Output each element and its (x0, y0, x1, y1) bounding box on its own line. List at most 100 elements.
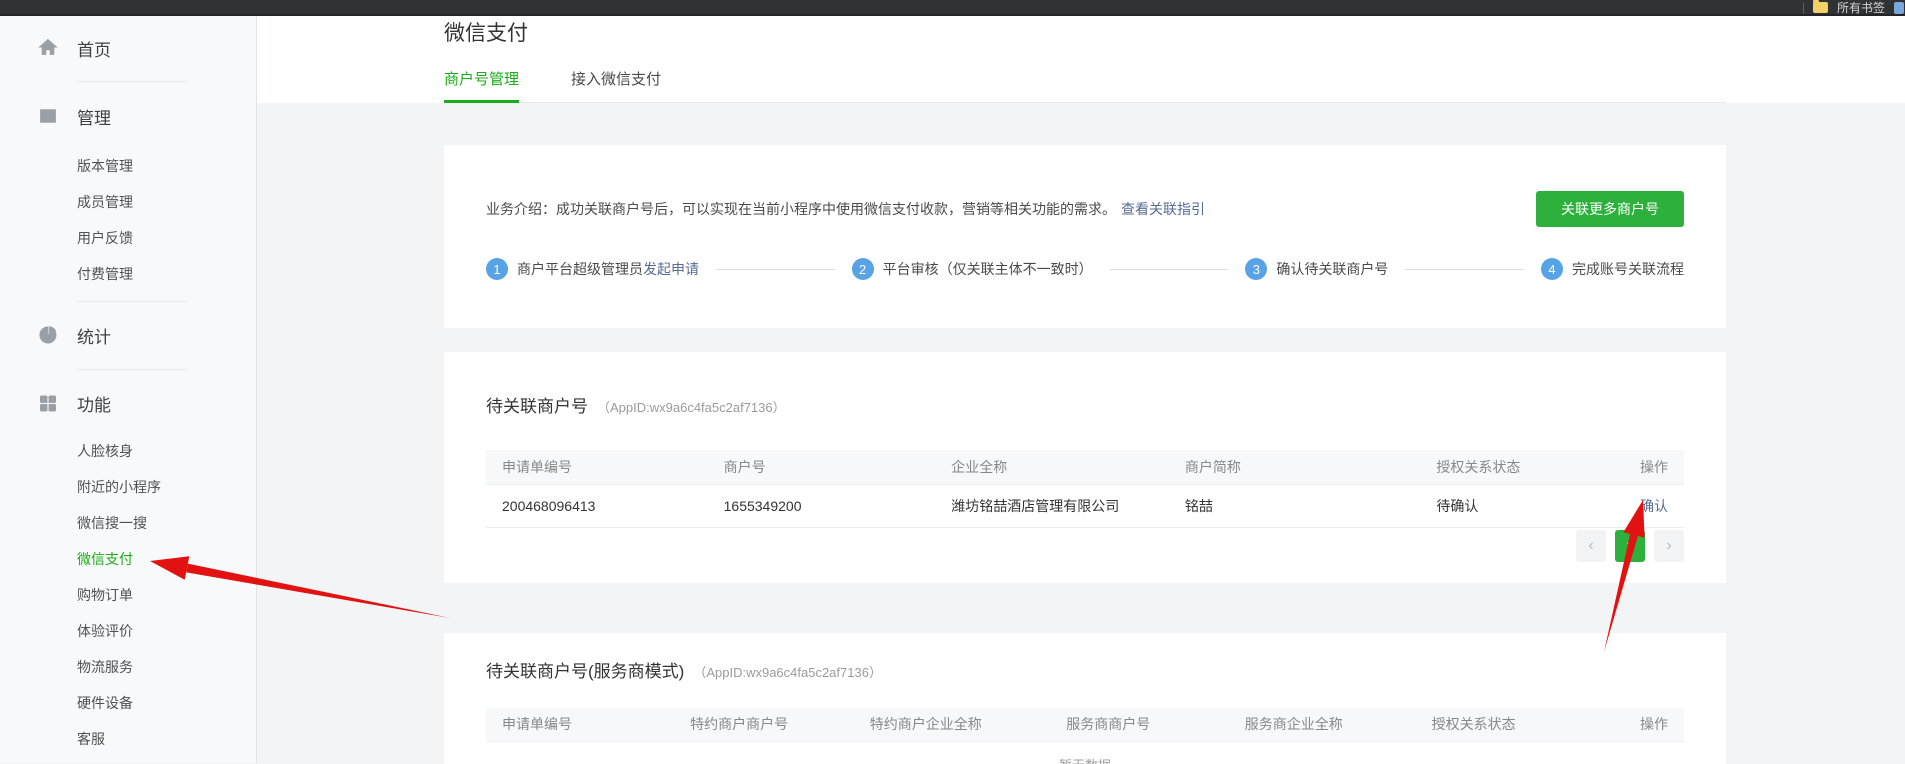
sidebar-item-features[interactable]: 功能 (0, 383, 256, 423)
sidebar-item-payment-manage[interactable]: 付费管理 (0, 256, 256, 292)
table-row: 200468096413 1655349200 潍坊铭喆酒店管理有限公司 铭喆 … (486, 484, 1684, 528)
col-auth-status: 授权关系状态 (1415, 707, 1599, 742)
col-request-id: 申请单编号 (486, 707, 675, 742)
table-header-row: 申请单编号 特约商户商户号 特约商户企业全称 服务商商户号 服务商企业全称 授权… (486, 707, 1684, 742)
initiate-request-link[interactable]: 发起申请 (643, 259, 699, 279)
sidebar-item-customer-service[interactable]: 客服 (0, 721, 256, 757)
app-window: 首页 管理 版本管理 成员管理 用户反馈 付费管理 统计 功能 人脸核身 附近的… (0, 16, 1905, 764)
bookmark-folder-icon[interactable] (1812, 0, 1828, 13)
col-action: 操作 (1600, 450, 1684, 485)
partial-bookmark-icon[interactable] (1894, 1, 1904, 14)
business-intro-text: 业务介绍：成功关联商户号后，可以实现在当前小程序中使用微信支付收款，营销等相关功… (486, 199, 1205, 219)
sidebar-item-manage[interactable]: 管理 (0, 96, 256, 136)
step-3-label: 确认待关联商户号 (1276, 261, 1389, 277)
step-3-badge: 3 (1245, 258, 1268, 280)
step-3: 3 确认待关联商户号 (1245, 258, 1388, 280)
sidebar-item-home[interactable]: 首页 (0, 28, 256, 68)
empty-data-text: 暂无数据 (486, 742, 1684, 764)
tab-merchant-manage[interactable]: 商户号管理 (444, 70, 520, 103)
sidebar-item-nearby-miniprogram[interactable]: 附近的小程序 (0, 469, 256, 505)
section-title: 待关联商户号 (486, 397, 588, 416)
cell-merchant-short-name: 铭喆 (1168, 484, 1421, 528)
sidebar: 首页 管理 版本管理 成员管理 用户反馈 付费管理 统计 功能 人脸核身 附近的… (0, 16, 257, 762)
intro-banner-card: 业务介绍：成功关联商户号后，可以实现在当前小程序中使用微信支付收款，营销等相关功… (444, 145, 1726, 328)
sidebar-item-version-manage[interactable]: 版本管理 (0, 148, 256, 184)
col-sub-merchant-id: 特约商户商户号 (674, 707, 854, 742)
cell-company-name: 潍坊铭喆酒店管理有限公司 (935, 484, 1169, 528)
sidebar-divider (77, 369, 187, 370)
bookmarks-label[interactable]: 所有书签 (1837, 0, 1885, 14)
sidebar-divider (77, 81, 187, 82)
sidebar-item-user-feedback[interactable]: 用户反馈 (0, 220, 256, 256)
sidebar-item-logistics[interactable]: 物流服务 (0, 649, 256, 685)
sidebar-item-label: 管理 (77, 108, 111, 128)
sidebar-item-label: 统计 (77, 327, 111, 347)
prev-page-button[interactable]: ‹ (1576, 529, 1606, 562)
cell-request-id: 200468096413 (486, 484, 708, 528)
association-steps: 1 商户平台超级管理员 发起申请 2 平台审核（仅关联主体不一致时） 3 确认待关… (486, 258, 1684, 280)
col-sp-company: 服务商企业全称 (1228, 707, 1416, 742)
tab-bar: 商户号管理 接入微信支付 (444, 70, 1726, 103)
col-request-id: 申请单编号 (486, 450, 708, 485)
next-page-button[interactable]: › (1654, 529, 1684, 562)
sidebar-item-member-manage[interactable]: 成员管理 (0, 184, 256, 220)
sidebar-item-label: 功能 (77, 395, 111, 415)
current-page-button[interactable]: 1 (1615, 529, 1645, 562)
col-sub-merchant-company: 特约商户企业全称 (853, 707, 1051, 742)
grid-icon (40, 395, 56, 412)
pie-chart-icon (39, 326, 57, 344)
appid-label: （AppID:wx9a6c4fa5c2af7136） (693, 664, 882, 680)
sidebar-item-label: 首页 (77, 40, 111, 60)
col-merchant-id: 商户号 (707, 450, 936, 485)
sidebar-item-hardware[interactable]: 硬件设备 (0, 685, 256, 721)
confirm-link[interactable]: 确认 (1640, 498, 1668, 514)
step-1: 1 商户平台超级管理员 发起申请 (486, 258, 699, 280)
main-area: 微信支付 商户号管理 接入微信支付 业务介绍：成功关联商户号后，可以实现在当前小… (257, 16, 1905, 764)
associate-more-merchants-button[interactable]: 关联更多商户号 (1536, 191, 1684, 227)
sidebar-divider (77, 301, 187, 302)
step-4-badge: 4 (1541, 258, 1564, 280)
page-header: 微信支付 商户号管理 接入微信支付 (257, 16, 1905, 103)
step-2-badge: 2 (851, 258, 874, 280)
step-connector (1405, 268, 1525, 270)
col-merchant-short-name: 商户简称 (1168, 450, 1421, 485)
sidebar-item-wechat-pay[interactable]: 微信支付 (0, 541, 256, 577)
bookmarks-separator (1802, 3, 1804, 14)
col-action: 操作 (1598, 707, 1684, 742)
step-1-badge: 1 (486, 258, 508, 280)
page-title: 微信支付 (444, 22, 528, 45)
bookmarks-bar-right: 所有书签 (1802, 0, 1904, 14)
cell-merchant-id: 1655349200 (707, 484, 936, 528)
inbox-icon (40, 109, 56, 123)
col-sp-merchant-id: 服务商商户号 (1050, 707, 1229, 742)
home-icon (38, 38, 58, 55)
pending-merchants-table: 申请单编号 商户号 企业全称 商户简称 授权关系状态 操作 2004680964… (486, 450, 1684, 528)
col-company-name: 企业全称 (935, 450, 1169, 485)
appid-label: （AppID:wx9a6c4fa5c2af7136） (597, 400, 786, 415)
sidebar-item-shopping-orders[interactable]: 购物订单 (0, 577, 256, 613)
step-4-label: 完成账号关联流程 (1572, 261, 1685, 277)
step-1-label: 商户平台超级管理员 (517, 261, 643, 277)
table-header-row: 申请单编号 商户号 企业全称 商户简称 授权关系状态 操作 (486, 450, 1684, 485)
pending-merchants-card: 待关联商户号 （AppID:wx9a6c4fa5c2af7136） 申请单编号 … (444, 352, 1726, 583)
step-connector (716, 268, 835, 270)
step-2-label: 平台审核（仅关联主体不一致时） (882, 261, 1093, 277)
content: 业务介绍：成功关联商户号后，可以实现在当前小程序中使用微信支付收款，营销等相关功… (257, 145, 1905, 764)
view-guide-link[interactable]: 查看关联指引 (1121, 201, 1205, 217)
service-provider-table: 申请单编号 特约商户商户号 特约商户企业全称 服务商商户号 服务商企业全称 授权… (486, 707, 1684, 764)
service-provider-card: 待关联商户号(服务商模式) （AppID:wx9a6c4fa5c2af7136）… (444, 632, 1726, 764)
sidebar-item-wechat-search[interactable]: 微信搜一搜 (0, 505, 256, 541)
sidebar-item-face-verify[interactable]: 人脸核身 (0, 433, 256, 469)
step-2: 2 平台审核（仅关联主体不一致时） (851, 258, 1093, 280)
empty-row: 暂无数据 (486, 742, 1684, 764)
sidebar-item-experience-review[interactable]: 体验评价 (0, 613, 256, 649)
tab-connect-wechat-pay[interactable]: 接入微信支付 (571, 70, 661, 103)
section-title: 待关联商户号(服务商模式) (486, 661, 685, 681)
browser-bookmarks-bar: 所有书签 (0, 0, 1905, 16)
step-connector (1109, 268, 1229, 270)
pagination: ‹ 1 › (486, 529, 1684, 562)
col-auth-status: 授权关系状态 (1420, 450, 1601, 485)
step-4: 4 完成账号关联流程 (1541, 258, 1684, 280)
sidebar-item-statistics[interactable]: 统计 (0, 315, 256, 355)
cell-auth-status: 待确认 (1420, 484, 1601, 528)
